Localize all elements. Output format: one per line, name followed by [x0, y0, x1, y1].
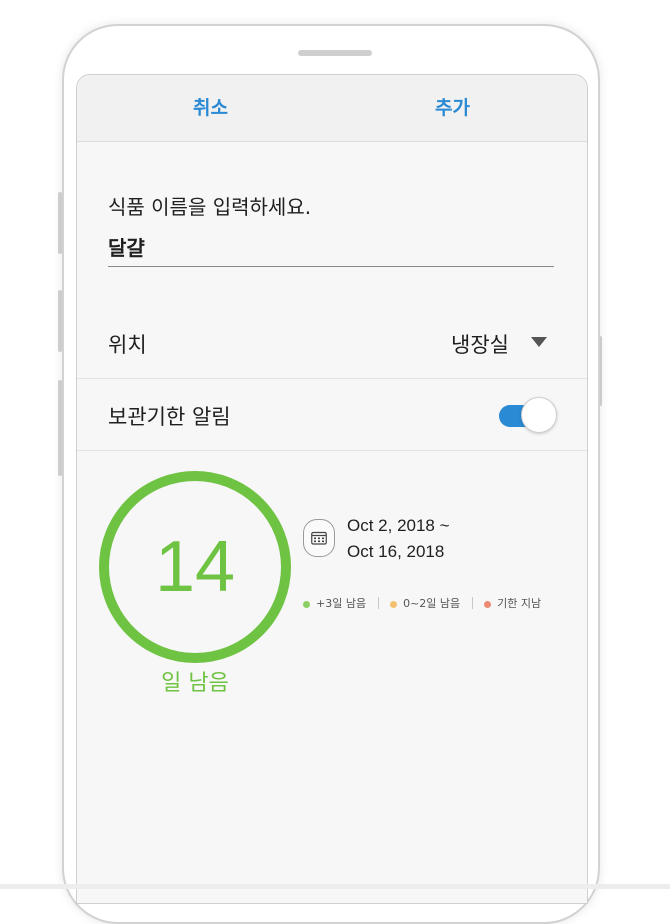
- legend-divider: [471, 597, 473, 609]
- phone-speaker: [298, 50, 372, 56]
- location-row[interactable]: 위치 냉장실: [77, 307, 587, 379]
- dropdown-arrow-icon[interactable]: [531, 337, 547, 347]
- remaining-days-ring: 14: [95, 467, 295, 667]
- remaining-days-label: 일 남음: [161, 671, 229, 696]
- date-range-end: Oct 16, 2018: [347, 542, 445, 561]
- remaining-days-number: 14: [154, 527, 236, 607]
- legend-label: 기한 지남: [497, 597, 542, 610]
- add-button[interactable]: 추가: [435, 93, 470, 120]
- legend-label: 0~2일 남음: [403, 597, 461, 610]
- legend-item: 기한 지남: [484, 595, 541, 611]
- food-name-input[interactable]: [108, 227, 554, 267]
- status-legend: +3일 남음 0~2일 남음 기한 지남: [303, 595, 541, 611]
- calendar-icon: [311, 531, 327, 545]
- legend-dot-icon: [390, 600, 398, 608]
- toggle-knob: [521, 397, 557, 433]
- calendar-button[interactable]: [303, 519, 335, 557]
- cancel-button[interactable]: 취소: [193, 93, 228, 120]
- legend-dot-icon: [303, 600, 310, 608]
- expiry-alarm-row: 보관기한 알림: [77, 379, 587, 451]
- legend-item: 0~2일 남음: [390, 595, 460, 611]
- legend-divider: [377, 597, 379, 609]
- legend-label: +3일 남음: [316, 597, 367, 610]
- action-bar: 취소 추가: [77, 75, 587, 142]
- expiry-alarm-toggle[interactable]: [499, 397, 557, 433]
- app-screen: 취소 추가 식품 이름을 입력하세요. 위치 냉장실 보관기한 알림 14 일 …: [76, 74, 588, 904]
- expiry-alarm-label: 보관기한 알림: [108, 405, 231, 429]
- location-select[interactable]: 냉장실: [451, 329, 509, 359]
- bottom-edge: [0, 884, 670, 889]
- legend-dot-icon: [484, 600, 492, 608]
- date-range-start: Oct 2, 2018 ~: [347, 516, 450, 535]
- food-name-prompt: 식품 이름을 입력하세요.: [108, 195, 312, 219]
- location-label: 위치: [108, 333, 147, 357]
- date-range: Oct 2, 2018 ~ Oct 16, 2018: [347, 513, 450, 565]
- legend-item: +3일 남음: [303, 595, 366, 611]
